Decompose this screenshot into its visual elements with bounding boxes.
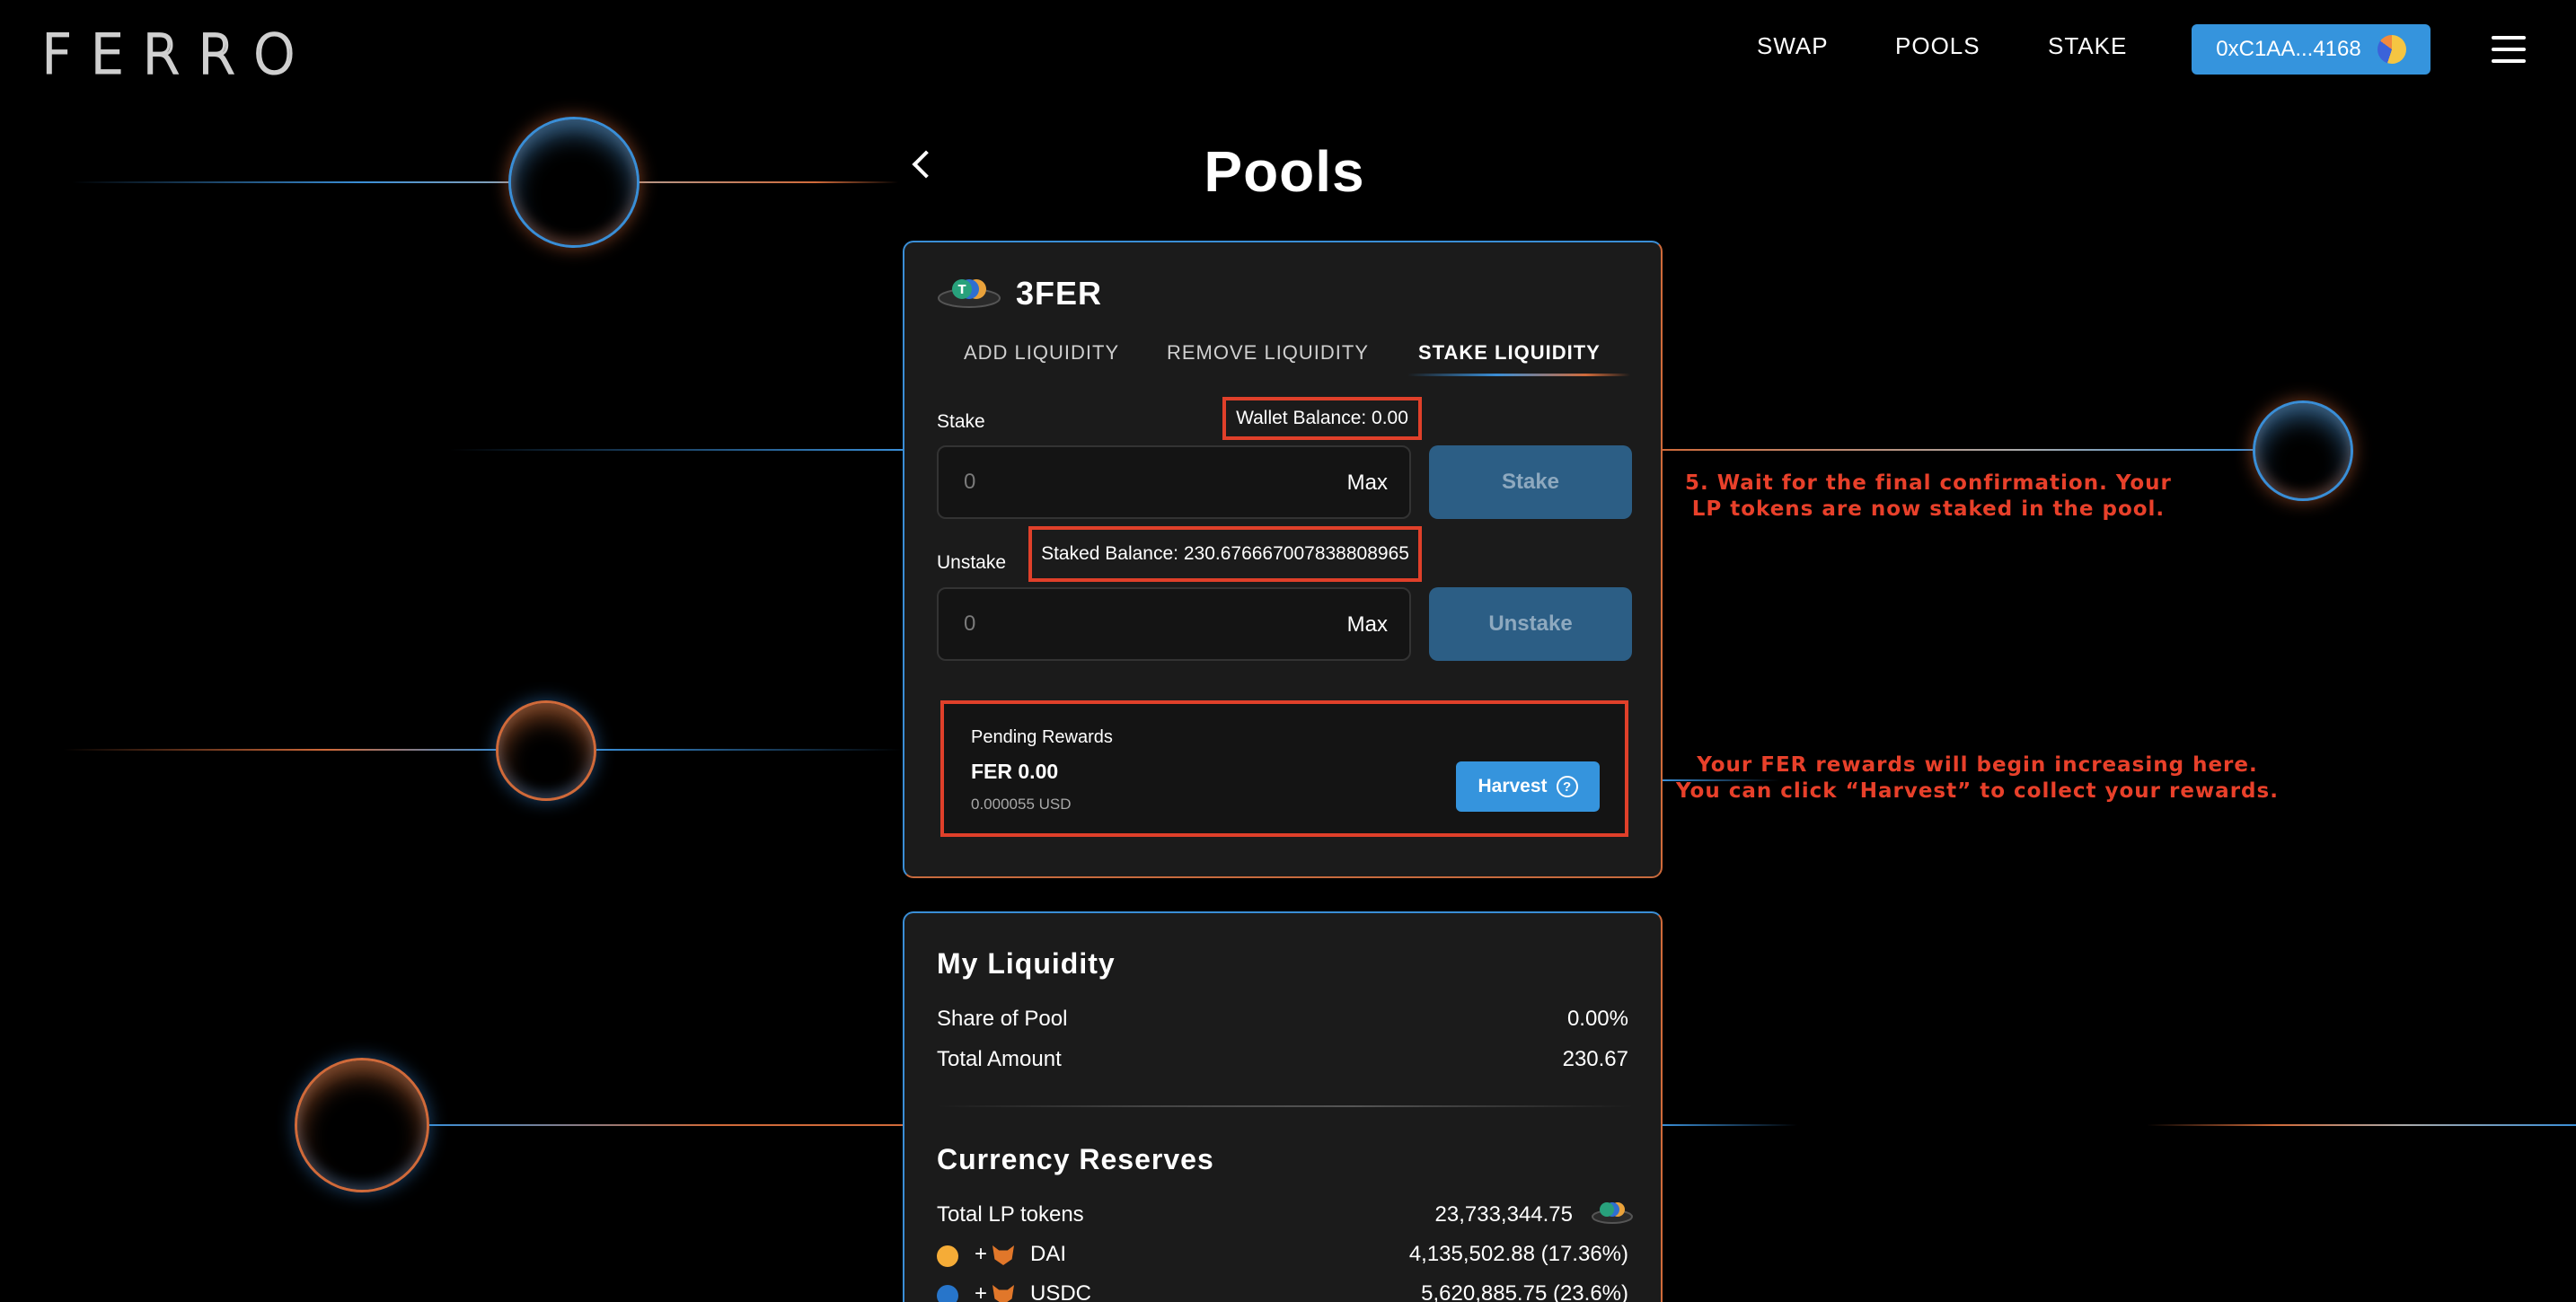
usdc-label: USDC xyxy=(1030,1281,1092,1302)
stake-button[interactable]: Stake xyxy=(1429,445,1632,519)
pending-rewards-label: Pending Rewards xyxy=(971,727,1113,747)
annotation-line: LP tokens are now staked in the pool. xyxy=(1691,497,2166,521)
metamask-icon xyxy=(992,1285,1014,1302)
wallet-address: 0xC1AA...4168 xyxy=(2216,37,2361,61)
decor-line xyxy=(1663,1124,1797,1126)
stake-amount-input[interactable] xyxy=(939,447,1316,517)
dai-label: DAI xyxy=(1030,1242,1067,1266)
page-title: Pools xyxy=(1204,139,1365,204)
unstake-label: Unstake xyxy=(937,552,1007,573)
ferro-logo[interactable]: FERRO xyxy=(40,22,313,88)
usdc-coin-icon xyxy=(937,1285,958,1302)
dai-reserve-value: 4,135,502.88 (17.36%) xyxy=(1408,1242,1628,1266)
total-lp-tokens-label: Total LP tokens xyxy=(937,1202,1084,1227)
decor-line xyxy=(596,749,903,751)
decor-line xyxy=(63,749,503,751)
3fer-pool-icon: T xyxy=(938,279,1001,308)
tab-stake-liquidity[interactable]: STAKE LIQUIDITY xyxy=(1418,341,1601,365)
pending-rewards-panel: Pending Rewards FER 0.00 0.000055 USD Ha… xyxy=(940,700,1628,837)
unstake-max-button[interactable]: Max xyxy=(1347,612,1388,638)
stake-max-button[interactable]: Max xyxy=(1347,471,1388,496)
nav-swap[interactable]: SWAP xyxy=(1757,32,1829,60)
3fer-token-icon xyxy=(1592,1202,1633,1224)
decor-orb xyxy=(508,117,640,248)
total-lp-tokens-value: 23,733,344.75 xyxy=(1434,1202,1573,1227)
decor-line xyxy=(2147,1124,2576,1126)
decor-orb xyxy=(2253,400,2353,501)
my-liquidity-card: My Liquidity Share of Pool 0.00% Total A… xyxy=(903,911,1663,1302)
harvest-button-label: Harvest xyxy=(1478,776,1548,796)
harvest-button[interactable]: Harvest ? xyxy=(1456,761,1600,812)
rewards-annotation: Your FER rewards will begin increasing h… xyxy=(1676,752,2279,805)
decor-orb xyxy=(496,700,596,801)
stake-input-wrapper: Max xyxy=(937,445,1411,519)
decor-line xyxy=(429,1124,903,1126)
nav-stake[interactable]: STAKE xyxy=(2048,32,2127,60)
wallet-button[interactable]: 0xC1AA...4168 xyxy=(2192,24,2430,75)
share-of-pool-value: 0.00% xyxy=(1566,1007,1628,1031)
pending-rewards-usd: 0.000055 USD xyxy=(971,796,1072,813)
unstake-amount-input[interactable] xyxy=(939,589,1316,659)
annotation-line: Your FER rewards will begin increasing h… xyxy=(1697,753,2258,777)
total-amount-value: 230.67 xyxy=(1562,1047,1628,1071)
wallet-avatar-icon xyxy=(2377,35,2406,64)
unstake-input-wrapper: Max xyxy=(937,587,1411,661)
tab-add-liquidity[interactable]: ADD LIQUIDITY xyxy=(964,341,1119,365)
share-of-pool-label: Share of Pool xyxy=(937,1007,1068,1031)
active-tab-indicator xyxy=(1407,374,1630,376)
stake-liquidity-card: T 3FER ADD LIQUIDITY REMOVE LIQUIDITY ST… xyxy=(903,241,1663,878)
decor-line xyxy=(72,181,898,183)
svg-text:T: T xyxy=(958,284,966,297)
dai-coin-icon xyxy=(937,1245,958,1267)
plus-sign: + xyxy=(975,1281,988,1302)
currency-reserves-title: Currency Reserves xyxy=(937,1143,1214,1175)
annotation-line: 5. Wait for the final confirmation. Your xyxy=(1685,471,2172,495)
wallet-balance: Wallet Balance: 0.00 xyxy=(1222,397,1422,440)
staked-balance: Staked Balance: 230.676667007838808965 xyxy=(1028,526,1422,582)
decor-orb xyxy=(295,1058,429,1192)
pending-rewards-value: FER 0.00 xyxy=(971,760,1059,783)
unstake-button[interactable]: Unstake xyxy=(1429,587,1632,661)
annotation-line: You can click “Harvest” to collect your … xyxy=(1676,779,2279,803)
hamburger-icon[interactable] xyxy=(2492,36,2526,63)
total-amount-label: Total Amount xyxy=(937,1047,1062,1071)
help-icon[interactable]: ? xyxy=(1556,776,1578,797)
pool-name: 3FER xyxy=(1016,275,1103,312)
stake-label: Stake xyxy=(937,411,985,432)
plus-sign: + xyxy=(975,1242,988,1266)
nav-pools[interactable]: POOLS xyxy=(1895,32,1981,60)
usdc-reserve-value: 5,620,885.75 (23.6%) xyxy=(1421,1281,1628,1302)
tab-remove-liquidity[interactable]: REMOVE LIQUIDITY xyxy=(1167,341,1369,365)
my-liquidity-title: My Liquidity xyxy=(937,947,1116,980)
decor-line xyxy=(1663,449,2255,451)
section-divider xyxy=(937,1105,1632,1107)
step5-annotation: 5. Wait for the final confirmation. Your… xyxy=(1685,471,2172,523)
metamask-icon xyxy=(992,1245,1014,1265)
decor-line xyxy=(449,449,903,451)
